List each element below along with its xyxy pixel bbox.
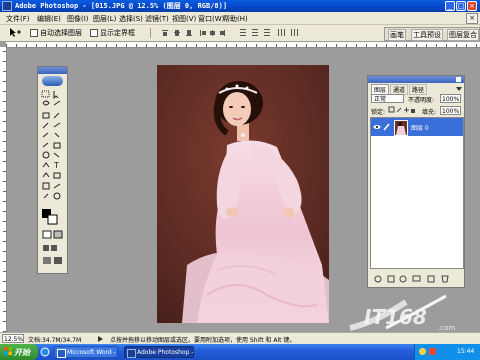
palette-well-tab-layer-comps[interactable]: 图层复合: [447, 29, 479, 41]
show-bounding-box-checkbox[interactable]: [90, 29, 98, 37]
svg-text:.com: .com: [438, 324, 455, 332]
options-divider: [150, 28, 151, 38]
system-tray: 15:44: [414, 344, 480, 360]
layer-actions-bar: [372, 274, 462, 284]
show-bounding-box-label: 显示定界框: [100, 29, 135, 37]
svg-text:T: T: [53, 161, 59, 170]
menu-select[interactable]: 选择(S): [119, 14, 143, 24]
palette-well-tab-tool-presets[interactable]: 工具预设: [411, 29, 443, 41]
palette-well: 画笔 工具预设 图层复合: [384, 27, 480, 41]
menu-edit[interactable]: 编辑(E): [37, 14, 61, 24]
fill-label: 填充:: [422, 109, 437, 116]
menu-window[interactable]: 窗口(W): [198, 14, 224, 24]
document-size: 文档:34.7M/34.7M: [28, 337, 82, 344]
title-bar: Adobe Photoshop - [015.JPG @ 12.5% (图层 0…: [0, 0, 480, 12]
tool-hint: 点按并拖移以移动图层或选区。要用附加选项，使用 Shift 和 Alt 键。: [110, 337, 296, 344]
layers-palette: 图层 通道 路径 正常 不透明度: 100% 锁定: 填充: 100% 图层 0: [367, 75, 465, 288]
opacity-label: 不透明度:: [408, 97, 435, 104]
window-title: Adobe Photoshop - [015.JPG @ 12.5% (图层 0…: [15, 2, 228, 10]
layer-row[interactable]: 图层 0: [371, 118, 463, 136]
blend-mode-select[interactable]: 正常: [371, 94, 404, 103]
minimize-button[interactable]: _: [445, 1, 455, 11]
palette-well-tab-brushes[interactable]: 画笔: [388, 29, 406, 41]
word-icon: [57, 349, 66, 358]
layer-list: 图层 0: [370, 117, 464, 269]
tray-icon[interactable]: [419, 348, 426, 355]
document-close-button[interactable]: ×: [466, 13, 478, 24]
lock-label: 锁定:: [371, 109, 386, 116]
photoshop-task-icon: [127, 349, 136, 358]
tray-icon[interactable]: [429, 348, 436, 355]
menu-help[interactable]: 帮助(H): [223, 14, 248, 24]
fill-field[interactable]: 100%: [440, 106, 461, 115]
toolbox: T: [37, 66, 68, 274]
zoom-field[interactable]: 12.5%: [2, 334, 24, 343]
menu-filter[interactable]: 滤镜(T): [145, 14, 169, 24]
quick-launch-icon[interactable]: [40, 347, 50, 357]
palette-menu-icon[interactable]: [456, 85, 462, 91]
options-bar: 自动选择图层 显示定界框 画笔 工具预设 图层复合: [0, 25, 480, 42]
menu-layer[interactable]: 图层(L): [93, 14, 116, 24]
maximize-button[interactable]: □: [456, 1, 466, 11]
palette-close-icon[interactable]: [456, 77, 461, 82]
photoshop-app-icon: [2, 1, 12, 11]
eye-icon[interactable]: [373, 123, 381, 131]
horizontal-ruler: [6, 42, 480, 48]
layers-palette-title-bar[interactable]: [368, 76, 464, 83]
toolbox-title-bar[interactable]: [38, 67, 67, 74]
tab-layers[interactable]: 图层: [371, 84, 390, 94]
menu-bar: 文件(F) 编辑(E) 图像(I) 图层(L) 选择(S) 滤镜(T) 视图(V…: [0, 12, 480, 25]
tab-paths[interactable]: 路径: [409, 84, 428, 95]
menu-view[interactable]: 视图(V): [172, 14, 196, 24]
opacity-field[interactable]: 100%: [440, 94, 461, 103]
lock-icons[interactable]: [388, 106, 416, 114]
tool-icons: T: [41, 90, 63, 264]
move-tool-icon[interactable]: [8, 27, 22, 38]
auto-select-layer-label: 自动选择图层: [40, 29, 82, 37]
menu-image[interactable]: 图像(I): [67, 14, 89, 24]
clock: 15:44: [457, 348, 475, 355]
windows-logo-icon: [4, 347, 12, 355]
it168-watermark-logo: IT168 .com: [346, 292, 476, 332]
start-button[interactable]: 开始: [0, 344, 38, 360]
start-label: 开始: [14, 348, 30, 357]
vertical-ruler: [0, 47, 7, 332]
layer-name: 图层 0: [411, 125, 429, 132]
layer-thumbnail: [394, 120, 408, 136]
photo-image: [157, 65, 329, 323]
brush-icon: [383, 123, 391, 131]
menu-file[interactable]: 文件(F): [6, 14, 30, 24]
taskbar: 开始 Microsoft Word - Adobe Photoshop - 15…: [0, 344, 480, 360]
close-button[interactable]: ×: [467, 1, 477, 11]
align-buttons-group: [160, 28, 310, 38]
status-menu-icon[interactable]: [98, 335, 103, 342]
auto-select-layer-checkbox[interactable]: [30, 29, 38, 37]
document-canvas[interactable]: [157, 65, 329, 323]
adobe-online-icon[interactable]: [42, 76, 63, 86]
svg-text:IT168: IT168: [364, 305, 427, 329]
